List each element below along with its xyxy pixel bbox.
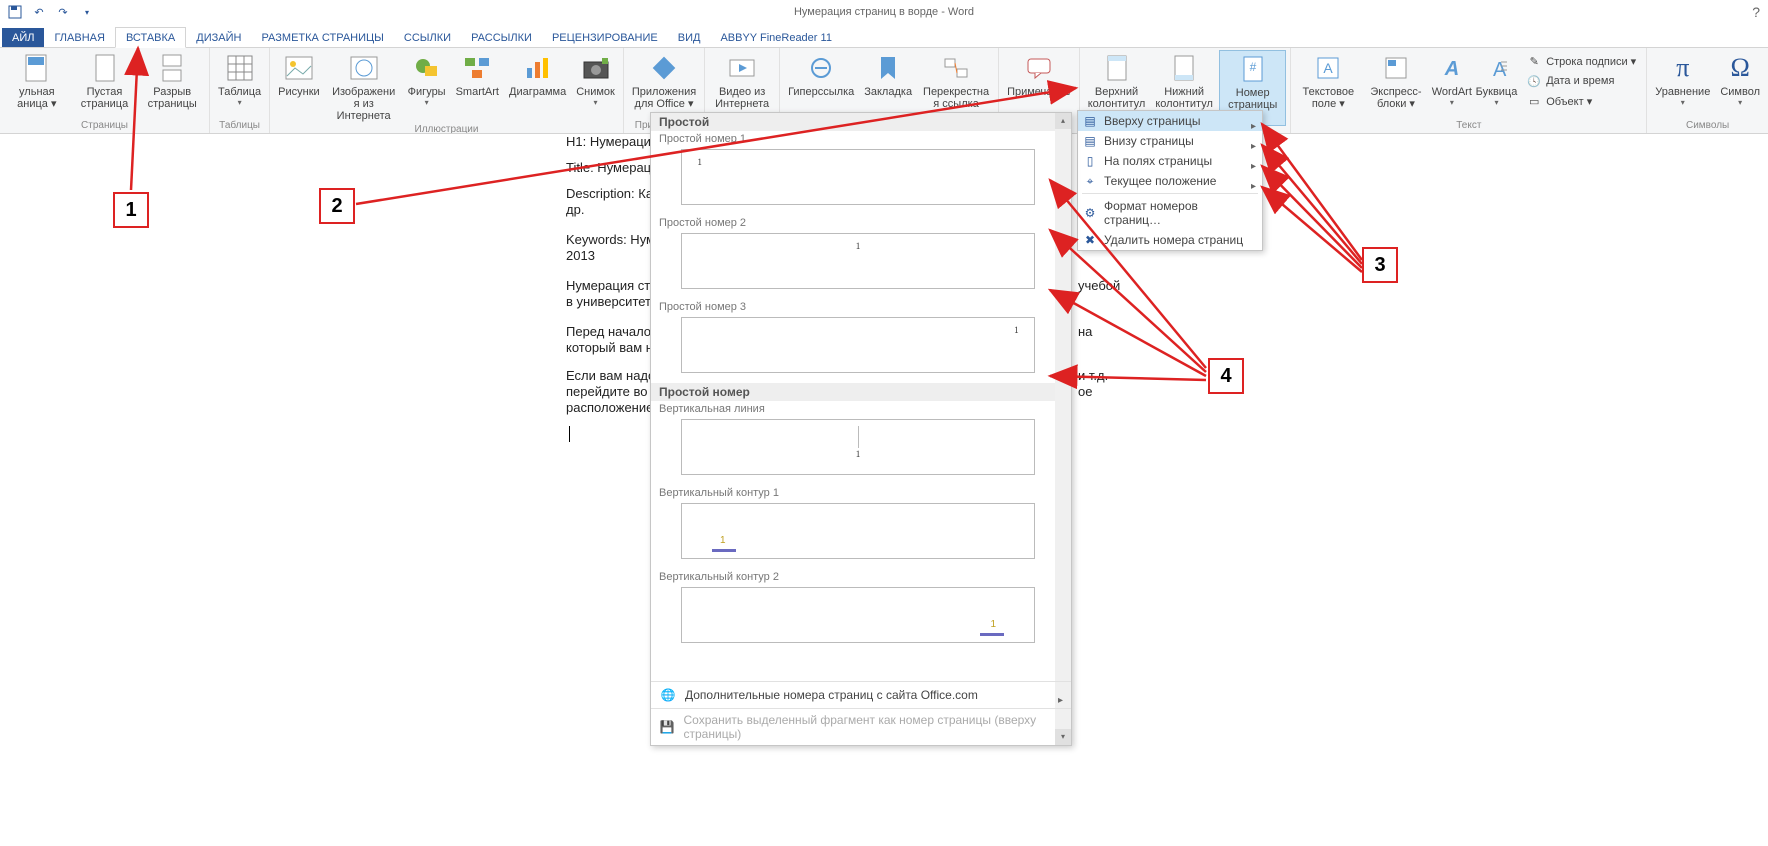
signature-line-button[interactable]: ✎Строка подписи ▾	[1522, 52, 1640, 70]
quickparts-button[interactable]: Экспресс-блоки ▾	[1363, 50, 1429, 112]
table-button[interactable]: Таблица	[214, 50, 265, 110]
doc-line: H1: Нумераци	[566, 134, 651, 149]
gallery-item-label: Простой номер 2	[651, 215, 1055, 231]
office-apps-button[interactable]: Приложения для Office ▾	[628, 50, 700, 112]
doc-line: 2013	[566, 248, 595, 263]
blank-page-button[interactable]: Пустая страница	[72, 50, 138, 112]
doc-line: в университета	[566, 294, 658, 309]
tab-layout[interactable]: РАЗМЕТКА СТРАНИЦЫ	[251, 28, 393, 47]
doc-line: Keywords: Нум	[566, 232, 655, 247]
gallery-item-label: Вертикальная линия	[651, 401, 1055, 417]
svg-text:A: A	[1444, 58, 1459, 80]
textbox-button[interactable]: AТекстовое поле ▾	[1295, 50, 1361, 112]
tab-references[interactable]: ССЫЛКИ	[394, 28, 461, 47]
tab-home[interactable]: ГЛАВНАЯ	[44, 28, 114, 47]
gallery-header: Простой	[651, 113, 1055, 131]
doc-line: Перед началом	[566, 324, 660, 339]
tab-design[interactable]: ДИЗАЙН	[186, 28, 251, 47]
comment-button[interactable]: Примечание	[1003, 50, 1075, 100]
page-number-gallery: ▴▾ Простой Простой номер 1 1 Простой ном…	[650, 112, 1072, 746]
doc-line: Description: Ка	[566, 186, 653, 201]
hyperlink-button[interactable]: Гиперссылка	[784, 50, 858, 100]
bookmark-button[interactable]: Закладка	[860, 50, 916, 100]
dropcap-button[interactable]: AБуквица	[1475, 50, 1518, 110]
shapes-button[interactable]: Фигуры	[404, 50, 450, 110]
doc-line: учебой	[1078, 278, 1120, 293]
tab-mailings[interactable]: РАССЫЛКИ	[461, 28, 542, 47]
callout-4: 4	[1208, 358, 1244, 394]
cross-reference-button[interactable]: Перекрестная ссылка	[918, 50, 994, 112]
gallery-item-label: Простой номер 1	[651, 131, 1055, 147]
callout-3: 3	[1362, 247, 1398, 283]
title-bar: ↶ ↷ ▾ Нумерация страниц в ворде - Word ?	[0, 0, 1768, 24]
gallery-item-vertical-outline-1[interactable]: 1	[681, 503, 1035, 559]
group-illus-label: Иллюстрации	[274, 124, 619, 134]
group-tables-label: Таблицы	[214, 120, 265, 133]
group-illustrations: Рисунки Изображения из Интернета Фигуры …	[270, 48, 624, 133]
menu-current-position[interactable]: ⌖Текущее положение	[1078, 171, 1262, 191]
gallery-scrollbar[interactable]: ▴▾	[1055, 113, 1071, 745]
wordart-button[interactable]: AWordArt	[1431, 50, 1473, 110]
doc-line: на	[1078, 324, 1092, 339]
group-tables: Таблица Таблицы	[210, 48, 270, 133]
menu-bottom-of-page[interactable]: ▤Внизу страницы	[1078, 131, 1262, 151]
gallery-item-label: Простой номер 3	[651, 299, 1055, 315]
doc-line: расположение	[566, 400, 653, 415]
group-text: AТекстовое поле ▾ Экспресс-блоки ▾ AWord…	[1291, 48, 1647, 133]
doc-line: и т.д.	[1078, 368, 1108, 383]
gallery-item-vertical-line[interactable]: 1	[681, 419, 1035, 475]
gallery-item-simple-1[interactable]: 1	[681, 149, 1035, 205]
pictures-button[interactable]: Рисунки	[274, 50, 324, 100]
online-video-button[interactable]: Видео из Интернета	[709, 50, 775, 112]
group-pages: ульная аница ▾ Пустая страница Разрыв ст…	[0, 48, 210, 133]
group-symbols-label: Символы	[1651, 120, 1764, 133]
gallery-item-simple-2[interactable]: 1	[681, 233, 1035, 289]
gallery-save-selection: 💾Сохранить выделенный фрагмент как номер…	[651, 708, 1071, 745]
screenshot-button[interactable]: Снимок	[572, 50, 619, 110]
help-icon[interactable]: ?	[1752, 4, 1760, 20]
callout-1: 1	[113, 192, 149, 228]
page-number-menu: ▤Вверху страницы ▤Внизу страницы ▯На пол…	[1077, 110, 1263, 251]
symbol-button[interactable]: ΩСимвол	[1716, 50, 1764, 110]
window-title: Нумерация страниц в ворде - Word	[0, 6, 1768, 18]
gallery-item-simple-3[interactable]: 1	[681, 317, 1035, 373]
equation-button[interactable]: πУравнение	[1651, 50, 1714, 110]
menu-page-margins[interactable]: ▯На полях страницы	[1078, 151, 1262, 171]
tab-abbyy[interactable]: ABBYY FineReader 11	[710, 28, 842, 47]
doc-line: Если вам надо	[566, 368, 655, 383]
gallery-item-label: Вертикальный контур 1	[651, 485, 1055, 501]
gallery-more-online[interactable]: 🌐Дополнительные номера страниц с сайта O…	[651, 681, 1071, 708]
doc-line: Title: Нумерац	[566, 160, 651, 175]
online-pictures-button[interactable]: Изображения из Интернета	[326, 50, 402, 124]
menu-format-page-numbers[interactable]: ⚙Формат номеров страниц…	[1078, 196, 1262, 230]
tab-view[interactable]: ВИД	[668, 28, 711, 47]
gallery-item-vertical-outline-2[interactable]: 1	[681, 587, 1035, 643]
chart-button[interactable]: Диаграмма	[505, 50, 570, 100]
tab-review[interactable]: РЕЦЕНЗИРОВАНИЕ	[542, 28, 668, 47]
date-time-button[interactable]: 🕓Дата и время	[1522, 72, 1640, 90]
group-text-label: Текст	[1295, 120, 1642, 133]
smartart-button[interactable]: SmartArt	[452, 50, 503, 100]
doc-line: перейдите во	[566, 384, 647, 399]
group-pages-label: Страницы	[4, 120, 205, 133]
tab-file[interactable]: АЙЛ	[2, 28, 44, 47]
page-break-button[interactable]: Разрыв страницы	[139, 50, 205, 112]
svg-text:#: #	[1249, 60, 1256, 74]
callout-2: 2	[319, 188, 355, 224]
menu-remove-page-numbers[interactable]: ✖Удалить номера страниц	[1078, 230, 1262, 250]
svg-text:A: A	[1324, 60, 1334, 76]
group-symbols: πУравнение ΩСимвол Символы	[1647, 48, 1768, 133]
doc-line: который вам н	[566, 340, 653, 355]
gallery-item-label: Вертикальный контур 2	[651, 569, 1055, 585]
cover-page-button[interactable]: ульная аница ▾	[4, 50, 70, 112]
doc-line: Нумерация стр	[566, 278, 657, 293]
gallery-header: Простой номер	[651, 383, 1055, 401]
doc-line: др.	[566, 202, 584, 217]
ribbon-tabs: АЙЛ ГЛАВНАЯ ВСТАВКА ДИЗАЙН РАЗМЕТКА СТРА…	[0, 24, 1768, 48]
doc-line: ое	[1078, 384, 1092, 399]
text-cursor	[569, 426, 570, 442]
menu-top-of-page[interactable]: ▤Вверху страницы	[1078, 111, 1262, 131]
tab-insert[interactable]: ВСТАВКА	[115, 27, 186, 48]
object-button[interactable]: ▭Объект ▾	[1522, 92, 1640, 110]
